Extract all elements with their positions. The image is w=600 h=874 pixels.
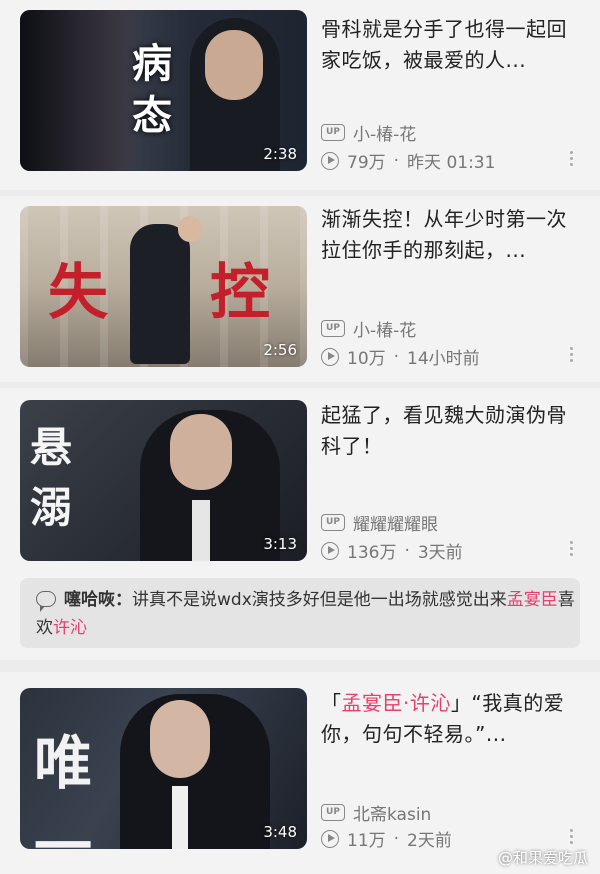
play-count-icon — [321, 151, 339, 170]
stats-separator: · — [393, 150, 400, 171]
up-icon: UP — [321, 804, 345, 821]
comment-text: 噻哈咴：讲真不是说wdx演技多好但是他一出场就感觉出来孟宴臣喜欢许沁 — [36, 586, 576, 642]
video-duration: 2:56 — [263, 341, 297, 359]
video-stats: 79万 · 昨天 01:31 — [321, 148, 495, 173]
video-stats: 11万 · 2天前 — [321, 826, 452, 851]
up-icon: UP — [321, 320, 345, 337]
stats-separator: · — [393, 828, 400, 849]
stats-separator: · — [393, 346, 400, 367]
video-title[interactable]: 「孟宴臣·许沁」“我真的爱你，句句不轻易。”... — [321, 688, 583, 750]
view-count: 136万 — [347, 543, 397, 563]
comment-mention[interactable]: 许沁 — [53, 618, 87, 638]
more-vert-icon[interactable] — [570, 344, 576, 365]
featured-comment[interactable]: 噻哈咴：讲真不是说wdx演技多好但是他一出场就感觉出来孟宴臣喜欢许沁 — [20, 578, 580, 648]
video-duration: 3:48 — [263, 823, 297, 841]
video-duration: 3:13 — [263, 535, 297, 553]
comment-icon — [36, 591, 56, 612]
thumbnail-caption: 病态 — [132, 40, 172, 139]
stats-separator: · — [404, 540, 410, 561]
upload-time: 14小时前 — [407, 349, 480, 369]
video-author[interactable]: UP 小-椿-花 — [321, 120, 416, 145]
more-vert-icon[interactable] — [570, 826, 576, 847]
thumbnail-caption-left: 失 — [48, 258, 108, 328]
view-count: 11万 — [347, 831, 386, 851]
up-icon: UP — [321, 124, 345, 141]
video-title[interactable]: 起猛了，看见魏大勋演伪骨科了！ — [321, 400, 583, 462]
upload-time: 3天前 — [417, 543, 463, 563]
up-icon: UP — [321, 514, 345, 531]
video-thumbnail[interactable]: 悬溺 3:13 — [20, 400, 307, 561]
play-count-icon — [321, 829, 339, 848]
more-vert-icon[interactable] — [570, 538, 576, 559]
play-count-icon — [321, 541, 339, 560]
watermark: @和果爱吃瓜 — [497, 849, 588, 867]
author-name[interactable]: 小-椿-花 — [353, 316, 416, 341]
upload-time: 2天前 — [407, 831, 452, 851]
video-title[interactable]: 骨科就是分手了也得一起回家吃饭，被最爱的人... — [321, 14, 583, 76]
comment-body: 讲真不是说wdx演技多好但是他一出场就感觉出来 — [132, 590, 507, 610]
video-card[interactable]: 病态 2:38 骨科就是分手了也得一起回家吃饭，被最爱的人... UP 小-椿-… — [0, 0, 600, 190]
video-thumbnail[interactable]: 唯一 3:48 — [20, 688, 307, 849]
video-author[interactable]: UP 耀耀耀耀眼 — [321, 510, 438, 535]
video-stats: 10万 · 14小时前 — [321, 344, 480, 369]
author-name[interactable]: 耀耀耀耀眼 — [353, 510, 438, 535]
view-count: 10万 — [347, 349, 386, 369]
video-title[interactable]: 渐渐失控！从年少时第一次拉住你手的那刻起，... — [321, 204, 583, 266]
video-card[interactable]: 唯一 3:48 「孟宴臣·许沁」“我真的爱你，句句不轻易。”... UP 北斋k… — [0, 672, 600, 874]
author-name[interactable]: 小-椿-花 — [353, 120, 416, 145]
play-count-icon — [321, 347, 339, 366]
video-stats: 136万 · 3天前 — [321, 538, 463, 563]
video-author[interactable]: UP 北斋kasin — [321, 800, 431, 825]
video-duration: 2:38 — [263, 145, 297, 163]
video-author[interactable]: UP 小-椿-花 — [321, 316, 416, 341]
upload-time: 昨天 01:31 — [407, 153, 496, 173]
thumbnail-caption: 悬溺 — [30, 423, 73, 532]
comment-user[interactable]: 噻哈咴： — [64, 590, 132, 610]
view-count: 79万 — [347, 153, 386, 173]
more-vert-icon[interactable] — [570, 148, 576, 169]
title-highlight: 孟宴臣·许沁 — [341, 691, 451, 715]
thumbnail-caption-right: 控 — [210, 258, 270, 328]
comment-mention[interactable]: 孟宴臣 — [507, 590, 558, 610]
title-part: 「 — [321, 691, 342, 715]
video-thumbnail[interactable]: 失 2:56 控 — [20, 206, 307, 367]
author-name[interactable]: 北斋kasin — [353, 800, 431, 825]
video-thumbnail[interactable]: 病态 2:38 — [20, 10, 307, 171]
video-card[interactable]: 失 2:56 控 渐渐失控！从年少时第一次拉住你手的那刻起，... UP 小-椿… — [0, 196, 600, 382]
